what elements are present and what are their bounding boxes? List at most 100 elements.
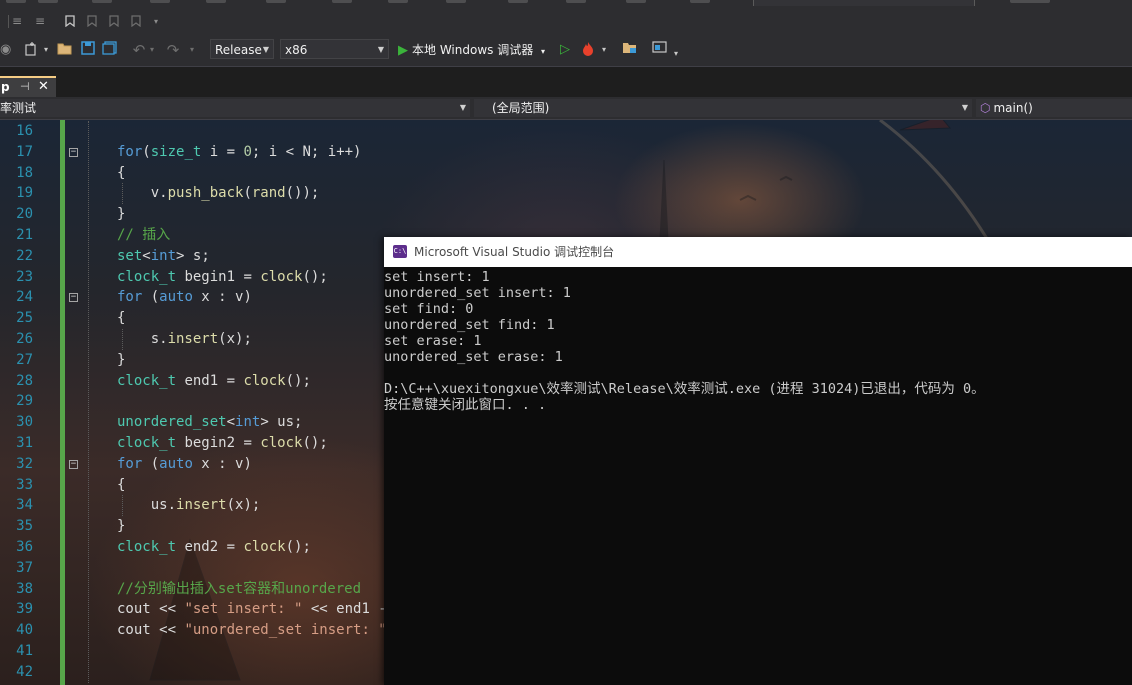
console-line: set insert: 1 — [384, 269, 490, 285]
open-file-icon[interactable] — [57, 41, 73, 59]
function-scope-select[interactable]: ⬡ main() — [976, 99, 1132, 117]
start-debugging-button[interactable]: ▶ 本地 Windows 调试器 ▾ — [398, 39, 545, 61]
comment-icon[interactable]: ≡ — [11, 15, 23, 28]
project-scope-select[interactable]: 率测试 ▼ — [0, 99, 470, 117]
new-project-dropdown-icon[interactable]: ▾ — [42, 41, 50, 59]
close-icon[interactable]: ✕ — [38, 78, 49, 96]
menu-item[interactable] — [508, 0, 528, 3]
code-token: int — [235, 414, 261, 431]
code-token: for — [117, 289, 143, 306]
console-line: set erase: 1 — [384, 333, 482, 349]
undo-dropdown-icon[interactable]: ▾ — [148, 41, 156, 59]
menu-item[interactable] — [38, 0, 58, 3]
code-line: { — [117, 475, 125, 496]
code-line: unordered_set<int> us; — [117, 412, 302, 433]
code-token: v. — [117, 185, 168, 202]
debug-console-window[interactable]: C:\ Microsoft Visual Studio 调试控制台 set in… — [384, 237, 1132, 685]
code-token: (); — [302, 435, 328, 451]
code-token: { — [117, 476, 126, 493]
menu-item[interactable] — [150, 0, 170, 3]
hot-reload-icon[interactable] — [580, 41, 596, 59]
next-bookmark-icon[interactable] — [108, 15, 120, 28]
collapse-block-icon[interactable]: − — [69, 293, 78, 303]
document-tab-strip: p ⊣ ✕ — [0, 67, 1132, 97]
line-number: 33 — [16, 476, 33, 493]
code-token: } — [117, 518, 126, 535]
code-token: size_t — [150, 143, 202, 160]
menu-item[interactable] — [388, 0, 408, 3]
toolbar-overflow-icon[interactable]: ▾ — [672, 45, 680, 63]
save-all-icon[interactable] — [102, 41, 118, 59]
code-token: i = — [201, 143, 244, 160]
toolbar-options-icon[interactable]: ▾ — [150, 15, 162, 28]
code-token: (); — [302, 268, 328, 285]
code-token: auto — [159, 455, 193, 472]
menu-item[interactable] — [6, 0, 26, 3]
console-title-bar[interactable]: C:\ Microsoft Visual Studio 调试控制台 — [384, 237, 1132, 267]
menu-item[interactable] — [266, 0, 286, 3]
line-number: 29 — [16, 393, 33, 410]
previous-bookmark-icon[interactable] — [86, 15, 98, 28]
code-line: us.insert(x); — [117, 495, 261, 516]
undo-icon[interactable]: ↶ — [132, 41, 146, 59]
uncomment-icon[interactable]: ≡ — [34, 15, 46, 28]
code-token: << end1 - — [302, 601, 387, 618]
play-icon: ▶ — [398, 43, 408, 58]
save-icon[interactable] — [80, 41, 96, 59]
code-token: } — [117, 351, 126, 368]
code-token: clock_t — [117, 372, 177, 389]
collapse-block-icon[interactable]: − — [69, 147, 78, 157]
code-token: x : v) — [192, 289, 252, 306]
code-token: insert — [176, 497, 227, 514]
menu-item[interactable] — [332, 0, 352, 3]
collapse-block-icon[interactable]: − — [69, 459, 78, 469]
pin-icon[interactable]: ⊣ — [20, 78, 30, 96]
menu-item[interactable] — [626, 0, 646, 3]
solution-platform-select[interactable]: x86 ▼ — [280, 39, 389, 59]
line-number: 16 — [16, 123, 33, 139]
code-token: // 插入 — [117, 227, 171, 243]
code-token: rand — [251, 185, 286, 202]
window-layout-icon[interactable] — [652, 41, 668, 59]
redo-icon[interactable]: ↷ — [166, 41, 180, 59]
redo-dropdown-icon[interactable]: ▾ — [188, 41, 196, 59]
menu-item[interactable] — [206, 0, 226, 3]
code-token: auto — [159, 289, 193, 306]
hot-reload-dropdown-icon[interactable]: ▾ — [600, 41, 608, 59]
line-number: 22 — [16, 247, 33, 264]
line-number: 40 — [16, 622, 33, 639]
navigation-bar: 率测试 ▼ (全局范围) ▼ ⬡ main() — [0, 97, 1132, 120]
solution-explorer-icon[interactable] — [622, 41, 638, 59]
line-number: 36 — [16, 539, 33, 555]
line-number: 41 — [16, 643, 33, 659]
tab-active-document[interactable]: p ⊣ ✕ — [0, 76, 56, 97]
console-line: unordered_set insert: 1 — [384, 285, 571, 301]
code-line: { — [117, 163, 125, 184]
text-editor-toolbar: ≡ ≡ ▾ — [0, 6, 1132, 34]
code-token: clock — [260, 435, 303, 451]
start-without-debugging-icon[interactable]: ▷ — [558, 41, 572, 59]
code-line: // 插入 — [117, 225, 170, 246]
code-line: set<int> s; — [117, 246, 210, 267]
code-token: end2 = — [176, 539, 244, 555]
code-line: for(size_t i = 0; i < N; i++) — [117, 142, 361, 163]
new-project-icon[interactable] — [22, 41, 40, 59]
menu-item[interactable] — [446, 0, 466, 3]
menu-item[interactable] — [690, 0, 710, 3]
code-line: cout << "unordered_set insert: " — [117, 620, 387, 641]
bookmark-icon[interactable] — [64, 15, 76, 28]
global-scope-select[interactable]: (全局范围) ▼ — [474, 99, 972, 117]
clear-bookmarks-icon[interactable] — [130, 15, 142, 28]
menu-item[interactable] — [1010, 0, 1050, 3]
code-token: ( — [142, 143, 151, 160]
line-number: 19 — [16, 185, 33, 202]
code-token: begin1 = — [176, 268, 261, 285]
menu-item[interactable] — [566, 0, 586, 3]
code-token: "set insert: " — [184, 601, 303, 618]
line-number: 34 — [16, 497, 33, 514]
menu-item[interactable] — [92, 0, 112, 3]
solution-configuration-select[interactable]: Release ▼ — [210, 39, 274, 59]
chevron-down-icon: ▼ — [377, 45, 384, 54]
code-token: (x); — [218, 331, 252, 347]
navigate-icon[interactable]: ◉ — [0, 41, 11, 59]
